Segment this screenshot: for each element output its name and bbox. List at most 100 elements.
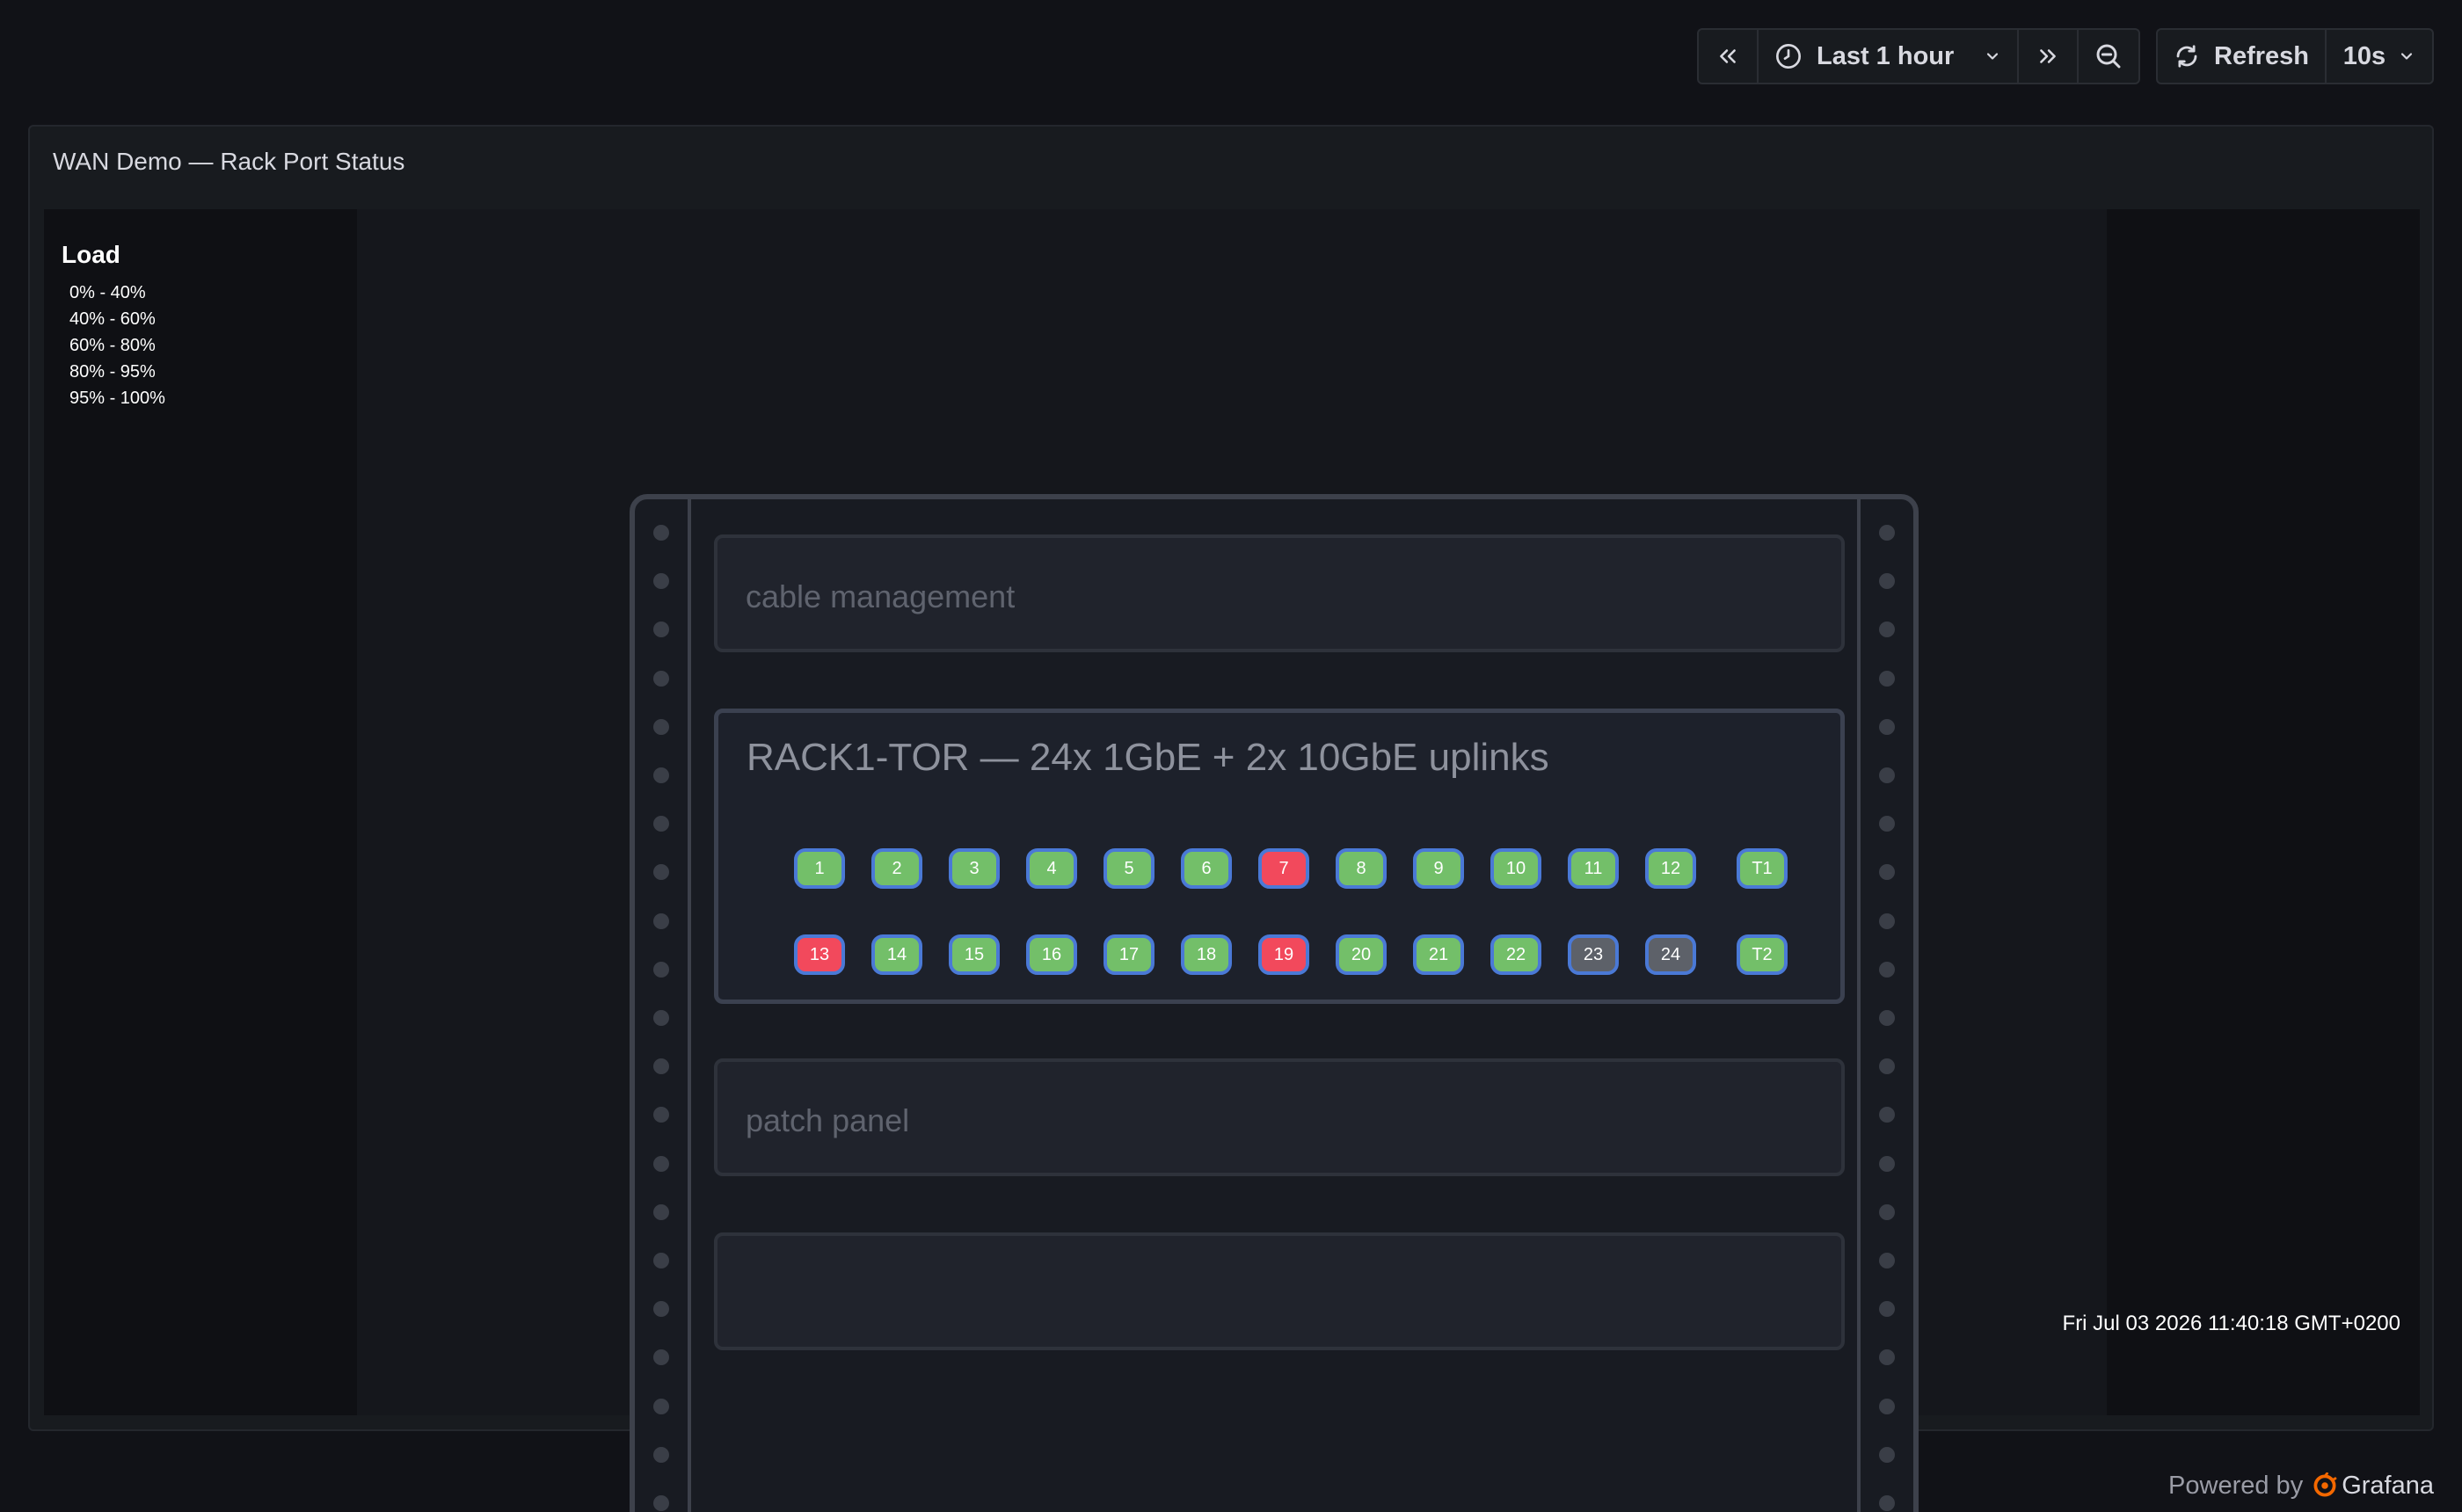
refresh-button[interactable]: Refresh — [2158, 30, 2327, 83]
legend-item: 40% - 60% — [69, 309, 156, 329]
double-chevron-left-icon — [1720, 49, 1736, 63]
switch-port[interactable]: 9 — [1413, 848, 1464, 889]
rack-mount-hole — [653, 1349, 669, 1366]
rack-mount-hole — [653, 1010, 669, 1026]
switch-port[interactable]: 6 — [1181, 848, 1232, 889]
switch-port[interactable]: 15 — [949, 934, 1000, 975]
rack-mount-hole — [653, 1495, 669, 1511]
rack-mount-hole — [653, 718, 669, 735]
switch-port[interactable]: 20 — [1336, 934, 1387, 975]
switch-port[interactable]: 22 — [1490, 934, 1541, 975]
switch-port[interactable]: 10 — [1490, 848, 1541, 889]
switch-label: RACK1-TOR — 24x 1GbE + 2x 10GbE uplinks — [747, 736, 1549, 779]
rack-rail-right — [1857, 499, 1913, 1512]
double-chevron-right-icon — [2040, 49, 2056, 63]
rack-mount-hole — [1879, 767, 1895, 783]
powered-by: Powered by Grafana — [2168, 1468, 2434, 1503]
rack-mount-hole — [1879, 1058, 1895, 1075]
zoom-out-button[interactable] — [2079, 30, 2138, 83]
refresh-group: Refresh 10s — [2156, 28, 2434, 84]
rack-mount-hole — [653, 622, 669, 638]
grafana-logo-icon — [2313, 1472, 2337, 1497]
switch-unit[interactable]: RACK1-TOR — 24x 1GbE + 2x 10GbE uplinks … — [714, 709, 1845, 1004]
rack-mount-hole — [1879, 1253, 1895, 1268]
switch-port[interactable]: 3 — [949, 848, 1000, 889]
legend-item: 0% - 40% — [69, 283, 146, 302]
switch-port[interactable]: 11 — [1568, 848, 1619, 889]
rack-mount-hole — [653, 1058, 669, 1075]
panel-title[interactable]: WAN Demo — Rack Port Status — [53, 148, 404, 176]
switch-port[interactable]: 14 — [871, 934, 922, 975]
grafana-brand[interactable]: Grafana — [2312, 1472, 2434, 1501]
rack-mount-hole — [1879, 1010, 1895, 1026]
rack-mount-hole — [653, 573, 669, 590]
switch-port[interactable]: 16 — [1026, 934, 1077, 975]
switch-port[interactable]: 8 — [1336, 848, 1387, 889]
switch-port[interactable]: 5 — [1104, 848, 1155, 889]
refresh-interval-picker[interactable]: 10s — [2327, 30, 2432, 83]
switch-port[interactable]: 24 — [1645, 934, 1696, 975]
empty-unit[interactable] — [714, 1232, 1845, 1350]
legend-title: Load — [62, 241, 120, 268]
switch-port[interactable]: 1 — [794, 848, 845, 889]
time-range-label: Last 1 hour — [1817, 41, 1955, 70]
rack-mount-hole — [1879, 1155, 1895, 1172]
rack-mount-hole — [653, 1107, 669, 1123]
rack-mount-hole — [1879, 1301, 1895, 1318]
rack-mount-hole — [1879, 1349, 1895, 1366]
switch-port[interactable]: T1 — [1737, 848, 1788, 889]
timestamp: Fri Jul 03 2026 11:40:18 GMT+0200 — [2062, 1312, 2400, 1335]
cable-management-unit[interactable]: cable management — [714, 534, 1845, 652]
switch-port[interactable]: 17 — [1104, 934, 1155, 975]
rack-mount-hole — [1879, 573, 1895, 590]
clock-icon — [1776, 44, 1801, 69]
rack-mount-hole — [653, 1446, 669, 1463]
switch-port[interactable]: 18 — [1181, 934, 1232, 975]
patch-panel-unit[interactable]: patch panel — [714, 1058, 1845, 1176]
rack-mount-hole — [653, 525, 669, 541]
rack-mount-hole — [653, 1301, 669, 1318]
powered-by-label: Powered by — [2168, 1471, 2304, 1500]
switch-port[interactable]: 23 — [1568, 934, 1619, 975]
rack-rail-left — [635, 499, 691, 1512]
rack-mount-hole — [1879, 864, 1895, 881]
rack-mount-hole — [653, 864, 669, 881]
time-shift-forward-button[interactable] — [2019, 30, 2079, 83]
rack-mount-hole — [1879, 670, 1895, 687]
switch-port[interactable]: 13 — [794, 934, 845, 975]
rack-mount-hole — [1879, 816, 1895, 832]
rack-mount-hole — [653, 1398, 669, 1414]
time-shift-back-button[interactable] — [1699, 30, 1759, 83]
switch-port[interactable]: 4 — [1026, 848, 1077, 889]
rack-mount-hole — [653, 1253, 669, 1268]
rack-mount-hole — [653, 1155, 669, 1172]
time-picker-group: Last 1 hour — [1697, 28, 2140, 84]
rack-mount-hole — [1879, 1495, 1895, 1511]
legend-item: 60% - 80% — [69, 336, 156, 355]
rack-mount-hole — [653, 670, 669, 687]
switch-port[interactable]: 12 — [1645, 848, 1696, 889]
rack-status-panel: WAN Demo — Rack Port Status Load 0% - 40… — [28, 125, 2434, 1512]
rack-mount-hole — [653, 767, 669, 783]
refresh-icon — [2176, 45, 2197, 68]
rack-mount-hole — [653, 816, 669, 832]
rack-mount-hole — [1879, 912, 1895, 929]
time-range-picker[interactable]: Last 1 hour — [1759, 30, 2019, 83]
rack-frame: cable management RACK1-TOR — 24x 1GbE + … — [630, 494, 1919, 1512]
rack-mount-hole — [653, 912, 669, 929]
refresh-interval-label: 10s — [2342, 41, 2386, 70]
zoom-out-icon — [2096, 44, 2121, 69]
grafana-label: Grafana — [2342, 1471, 2434, 1500]
rack-mount-hole — [1879, 525, 1895, 541]
rack-mount-hole — [1879, 1203, 1895, 1220]
refresh-label: Refresh — [2214, 41, 2309, 70]
switch-port[interactable]: 21 — [1413, 934, 1464, 975]
chevron-down-icon — [1986, 53, 1999, 60]
switch-port[interactable]: 19 — [1258, 934, 1309, 975]
panel-body: Load 0% - 40% 40% - 60% 60% - 80% 80% - … — [44, 209, 2420, 1512]
switch-port[interactable]: 7 — [1258, 848, 1309, 889]
switch-port[interactable]: T2 — [1737, 934, 1788, 975]
switch-port[interactable]: 2 — [871, 848, 922, 889]
unit-label: cable management — [746, 578, 1016, 614]
rack-mount-hole — [1879, 622, 1895, 638]
